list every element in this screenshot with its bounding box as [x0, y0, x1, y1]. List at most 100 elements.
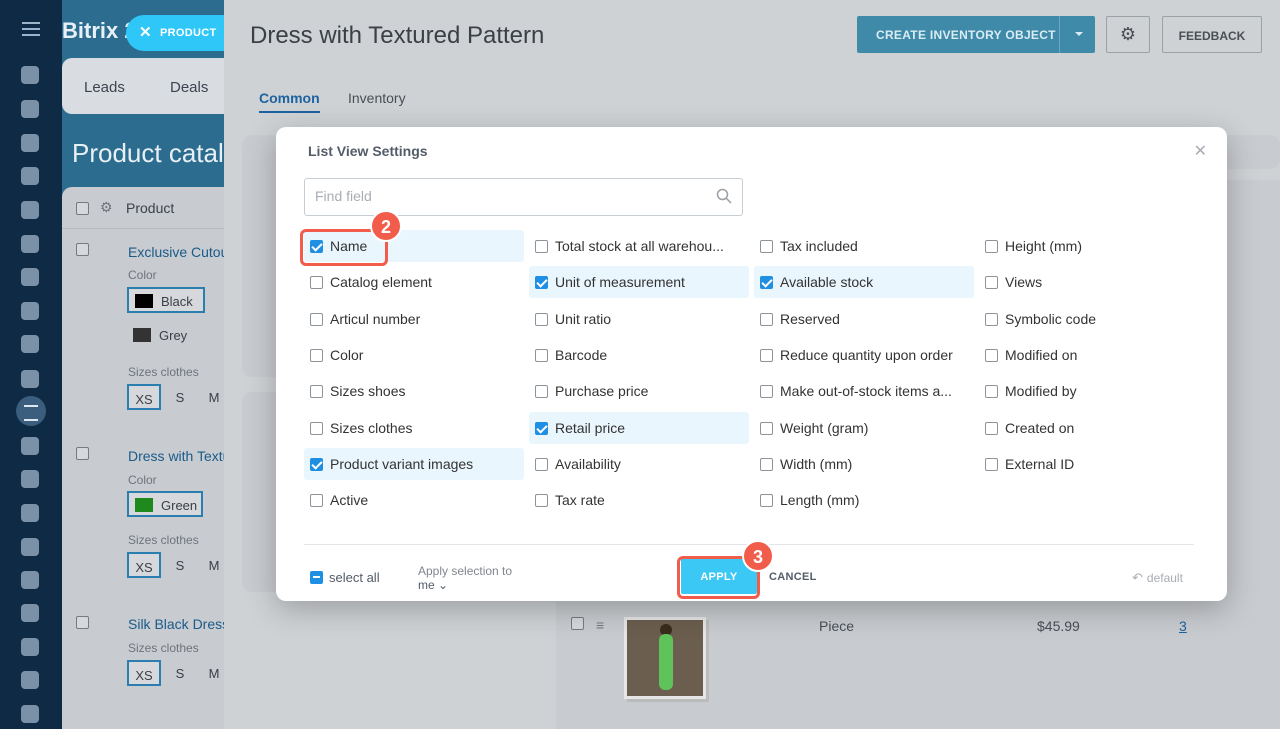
- field-checkbox[interactable]: [535, 312, 548, 326]
- robot-icon[interactable]: [21, 671, 39, 689]
- sign-icon[interactable]: [21, 571, 39, 589]
- field-checkbox[interactable]: [760, 421, 773, 435]
- row-checkbox[interactable]: [76, 447, 89, 460]
- menu-icon[interactable]: [22, 22, 40, 36]
- target-icon[interactable]: [21, 470, 39, 488]
- mail-icon[interactable]: [21, 268, 39, 286]
- tab-common[interactable]: Common: [259, 90, 320, 113]
- field-checkbox[interactable]: [310, 458, 323, 472]
- field-option[interactable]: Height (mm): [979, 230, 1199, 262]
- field-option[interactable]: Total stock at all warehou...: [529, 230, 749, 262]
- field-checkbox[interactable]: [535, 494, 548, 508]
- close-icon[interactable]: ✕: [1194, 141, 1207, 161]
- cancel-button[interactable]: CANCEL: [769, 571, 817, 583]
- field-checkbox[interactable]: [985, 312, 998, 326]
- edit-icon[interactable]: [21, 538, 39, 556]
- tasks-icon[interactable]: [21, 370, 39, 388]
- size-chip[interactable]: XS: [127, 384, 161, 410]
- field-checkbox[interactable]: [535, 458, 548, 472]
- size-chip[interactable]: S: [170, 384, 190, 410]
- size-chip[interactable]: M: [204, 552, 224, 578]
- field-option[interactable]: Reserved: [754, 303, 974, 335]
- field-option[interactable]: Sizes clothes: [304, 412, 524, 444]
- field-option[interactable]: Unit of measurement: [529, 266, 749, 299]
- field-option[interactable]: Available stock: [754, 266, 974, 299]
- tab-leads[interactable]: Leads: [84, 79, 125, 96]
- field-option[interactable]: Barcode: [529, 339, 749, 371]
- crm-icon[interactable]: [21, 335, 39, 353]
- apply-selection-to[interactable]: Apply selection to me ⌄: [418, 564, 512, 592]
- field-option[interactable]: Sizes shoes: [304, 375, 524, 407]
- gear-icon[interactable]: ⚙: [100, 199, 113, 216]
- field-option[interactable]: Unit ratio: [529, 303, 749, 335]
- close-product-button[interactable]: ✕ PRODUCT: [126, 15, 224, 51]
- field-checkbox[interactable]: [310, 421, 323, 435]
- size-chip[interactable]: S: [170, 552, 190, 578]
- list-item-name[interactable]: Exclusive Cutout: [128, 244, 224, 260]
- catalog-icon[interactable]: [16, 396, 46, 426]
- field-checkbox[interactable]: [310, 385, 323, 399]
- color-chip[interactable]: Grey: [127, 323, 197, 349]
- groups-icon[interactable]: [21, 302, 39, 320]
- search-icon[interactable]: [716, 188, 732, 204]
- row-checkbox[interactable]: [76, 243, 89, 256]
- color-chip[interactable]: Black: [127, 287, 205, 313]
- field-checkbox[interactable]: [985, 385, 998, 399]
- field-option[interactable]: Make out-of-stock items a...: [754, 375, 974, 407]
- field-checkbox[interactable]: [985, 421, 998, 435]
- list-item-name[interactable]: Dress with Textured: [128, 448, 224, 464]
- field-option[interactable]: Tax rate: [529, 484, 749, 516]
- field-checkbox[interactable]: [535, 421, 548, 435]
- document-icon[interactable]: [21, 201, 39, 219]
- field-option[interactable]: Purchase price: [529, 375, 749, 407]
- field-checkbox[interactable]: [985, 458, 998, 472]
- analytics-icon[interactable]: [21, 604, 39, 622]
- chat-icon[interactable]: [21, 134, 39, 152]
- field-checkbox[interactable]: [535, 385, 548, 399]
- field-option[interactable]: Product variant images: [304, 448, 524, 481]
- field-checkbox[interactable]: [985, 240, 998, 253]
- field-checkbox[interactable]: [985, 349, 998, 363]
- create-inventory-object-button[interactable]: CREATE INVENTORY OBJECT: [857, 16, 1095, 53]
- field-option[interactable]: Color: [304, 339, 524, 371]
- drive-icon[interactable]: [21, 235, 39, 253]
- field-option[interactable]: Width (mm): [754, 448, 974, 480]
- size-chip[interactable]: M: [204, 384, 224, 410]
- quantity-link[interactable]: 3: [1179, 618, 1187, 634]
- field-checkbox[interactable]: [760, 312, 773, 326]
- field-option[interactable]: Symbolic code: [979, 303, 1199, 335]
- field-checkbox[interactable]: [310, 312, 323, 326]
- drag-handle-icon[interactable]: ≡: [596, 617, 604, 633]
- feedback-button[interactable]: FEEDBACK: [1162, 16, 1262, 53]
- field-checkbox[interactable]: [760, 494, 773, 508]
- feed-icon[interactable]: [21, 100, 39, 118]
- field-option[interactable]: Length (mm): [754, 484, 974, 516]
- apply-target[interactable]: me: [418, 578, 435, 592]
- field-checkbox[interactable]: [310, 349, 323, 363]
- select-all-label[interactable]: select all: [329, 570, 380, 585]
- field-option[interactable]: Articul number: [304, 303, 524, 335]
- field-checkbox[interactable]: [760, 385, 773, 399]
- settings-button[interactable]: ⚙: [1106, 16, 1150, 53]
- size-chip[interactable]: S: [170, 660, 190, 686]
- field-option[interactable]: Catalog element: [304, 266, 524, 298]
- field-option[interactable]: Modified by: [979, 375, 1199, 407]
- contact-card-icon[interactable]: [21, 638, 39, 656]
- field-option[interactable]: Availability: [529, 448, 749, 480]
- activity-icon[interactable]: [21, 66, 39, 84]
- size-chip[interactable]: XS: [127, 552, 161, 578]
- field-checkbox[interactable]: [310, 494, 323, 508]
- field-checkbox[interactable]: [535, 349, 548, 363]
- box-icon[interactable]: [21, 705, 39, 723]
- field-option[interactable]: External ID: [979, 448, 1199, 480]
- row-checkbox[interactable]: [76, 616, 89, 629]
- size-chip[interactable]: XS: [127, 660, 161, 686]
- field-checkbox[interactable]: [985, 276, 998, 290]
- field-option[interactable]: Tax included: [754, 230, 974, 262]
- field-option[interactable]: Retail price: [529, 411, 749, 444]
- select-all-checkbox[interactable]: [76, 202, 89, 215]
- field-option[interactable]: Modified on: [979, 339, 1199, 371]
- bank-icon[interactable]: [21, 437, 39, 455]
- field-checkbox[interactable]: [760, 240, 773, 253]
- chevron-down-icon[interactable]: [1059, 16, 1095, 53]
